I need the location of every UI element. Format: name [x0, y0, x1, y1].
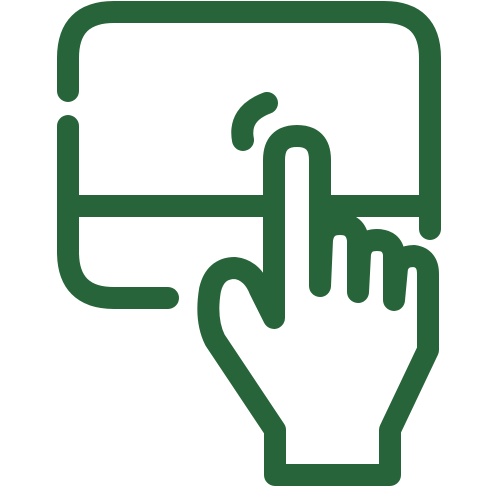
tap-wave-icon — [231, 92, 278, 151]
hand-icon — [197, 125, 439, 486]
icon-canvas — [0, 0, 500, 500]
touchpad-tap-icon — [57, 1, 441, 486]
